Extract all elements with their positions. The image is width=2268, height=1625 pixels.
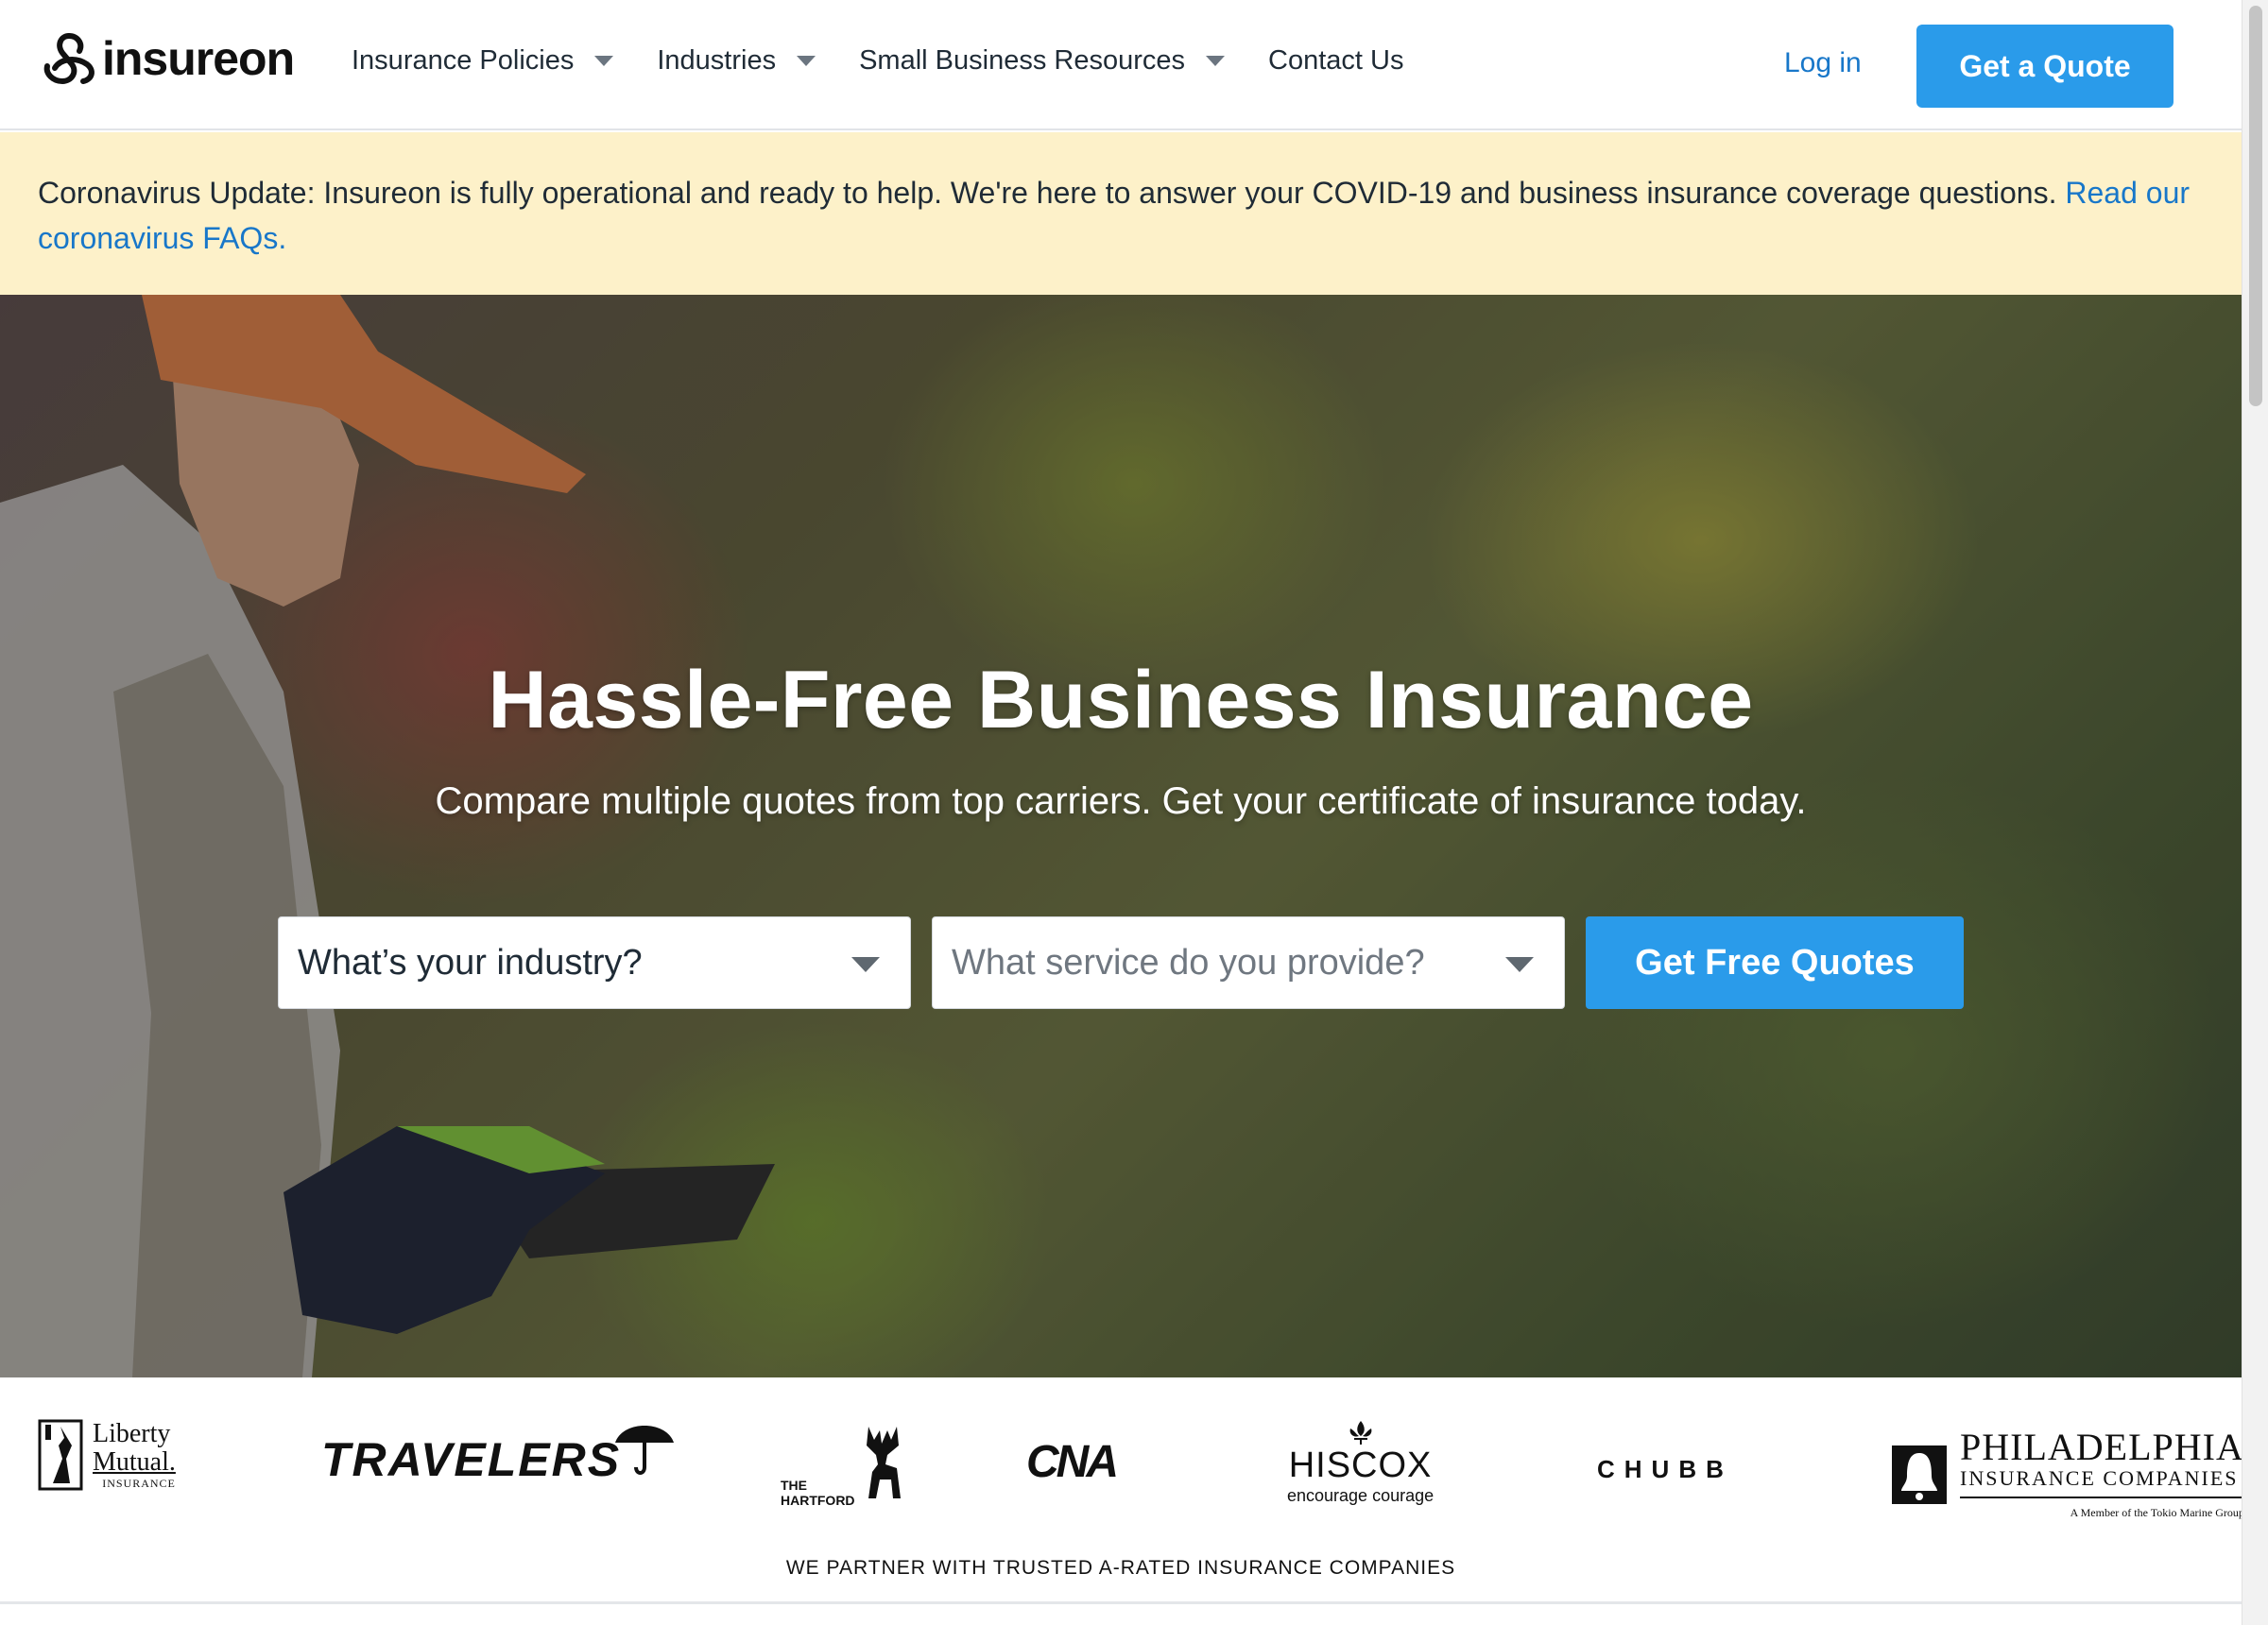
nav-insurance-policies[interactable]: Insurance Policies <box>352 45 614 77</box>
umbrella-icon <box>615 1426 675 1475</box>
chevron-down-icon <box>797 56 816 66</box>
philadelphia-line1: PHILADELPHIA <box>1960 1426 2244 1468</box>
hero-subtitle: Compare multiple quotes from top carrier… <box>435 780 1807 822</box>
nav-industries[interactable]: Industries <box>657 45 816 77</box>
insureon-logo[interactable]: insureon <box>40 28 295 89</box>
hero-overlay <box>0 295 2242 1377</box>
get-free-quotes-button[interactable]: Get Free Quotes <box>1586 916 1964 1009</box>
logo-wordmark: insureon <box>102 32 295 85</box>
hiscox-logo: HISCOX encourage courage <box>1287 1419 1434 1506</box>
liberty-mutual-logo: Liberty Mutual. INSURANCE <box>36 1417 176 1493</box>
page-scrollbar[interactable] <box>2242 0 2268 1625</box>
industry-select-value: What’s your industry? <box>298 942 643 983</box>
hero-title: Hassle-Free Business Insurance <box>488 655 1754 745</box>
nav-label: Contact Us <box>1268 45 1404 76</box>
travelers-logo: TRAVELERS <box>321 1426 676 1487</box>
main-nav: Insurance Policies Industries Small Busi… <box>352 45 1447 77</box>
service-select[interactable]: What service do you provide? <box>932 916 1565 1009</box>
cna-wordmark: CNA <box>1026 1437 1119 1487</box>
chubb-wordmark: CHUBB <box>1597 1455 1733 1483</box>
nav-small-business-resources[interactable]: Small Business Resources <box>859 45 1225 77</box>
hartford-line1: THE <box>781 1478 807 1493</box>
scrollbar-thumb[interactable] <box>2249 6 2262 406</box>
statue-of-liberty-icon <box>38 1419 83 1491</box>
philadelphia-insurance-logo: PHILADELPHIA INSURANCE COMPANIES A Membe… <box>1890 1428 2244 1520</box>
liberty-mutual-line3: INSURANCE <box>102 1477 176 1490</box>
partners-caption: WE PARTNER WITH TRUSTED A-RATED INSURANC… <box>785 1557 1456 1579</box>
chubb-logo: CHUBB <box>1597 1455 1733 1484</box>
alert-text: Coronavirus Update: Insureon is fully op… <box>38 176 2057 210</box>
nav-label: Industries <box>657 45 777 76</box>
hartford-line2: HARTFORD <box>781 1493 855 1508</box>
chevron-down-icon <box>1206 56 1225 66</box>
coronavirus-alert-banner: Coronavirus Update: Insureon is fully op… <box>0 132 2242 295</box>
liberty-mutual-line1: Liberty <box>93 1419 171 1448</box>
nav-contact-us[interactable]: Contact Us <box>1268 45 1403 77</box>
get-a-quote-button[interactable]: Get a Quote <box>1916 25 2174 108</box>
the-hartford-logo: THE HARTFORD <box>781 1423 906 1508</box>
philadelphia-line3: A Member of the Tokio Marine Group <box>2070 1506 2244 1519</box>
stag-icon <box>866 1427 901 1498</box>
liberty-bell-icon <box>1892 1445 1947 1504</box>
fleur-de-lis-icon <box>1349 1421 1371 1445</box>
chevron-down-icon <box>851 957 880 972</box>
travelers-wordmark: TRAVELERS <box>321 1433 622 1486</box>
hiscox-tagline: encourage courage <box>1287 1486 1435 1505</box>
login-link[interactable]: Log in <box>1784 47 1862 79</box>
cna-logo: CNA <box>1026 1436 1119 1488</box>
philadelphia-line2: INSURANCE COMPANIES <box>1960 1466 2244 1498</box>
hiscox-wordmark: HISCOX <box>1288 1445 1433 1485</box>
partners-section: Liberty Mutual. INSURANCE TRAVELERS THE … <box>0 1377 2244 1604</box>
nav-label: Insurance Policies <box>352 45 575 76</box>
hero-section: Hassle-Free Business Insurance Compare m… <box>0 295 2242 1377</box>
industry-select[interactable]: What’s your industry? <box>278 916 911 1009</box>
chevron-down-icon <box>1505 957 1534 972</box>
liberty-mutual-line2: Mutual. <box>93 1447 176 1477</box>
insureon-logo-icon <box>43 33 94 85</box>
nav-label: Small Business Resources <box>859 45 1185 76</box>
service-select-value: What service do you provide? <box>952 942 1425 983</box>
site-header: insureon Insurance Policies Industries S… <box>0 0 2242 130</box>
chevron-down-icon <box>594 56 614 66</box>
